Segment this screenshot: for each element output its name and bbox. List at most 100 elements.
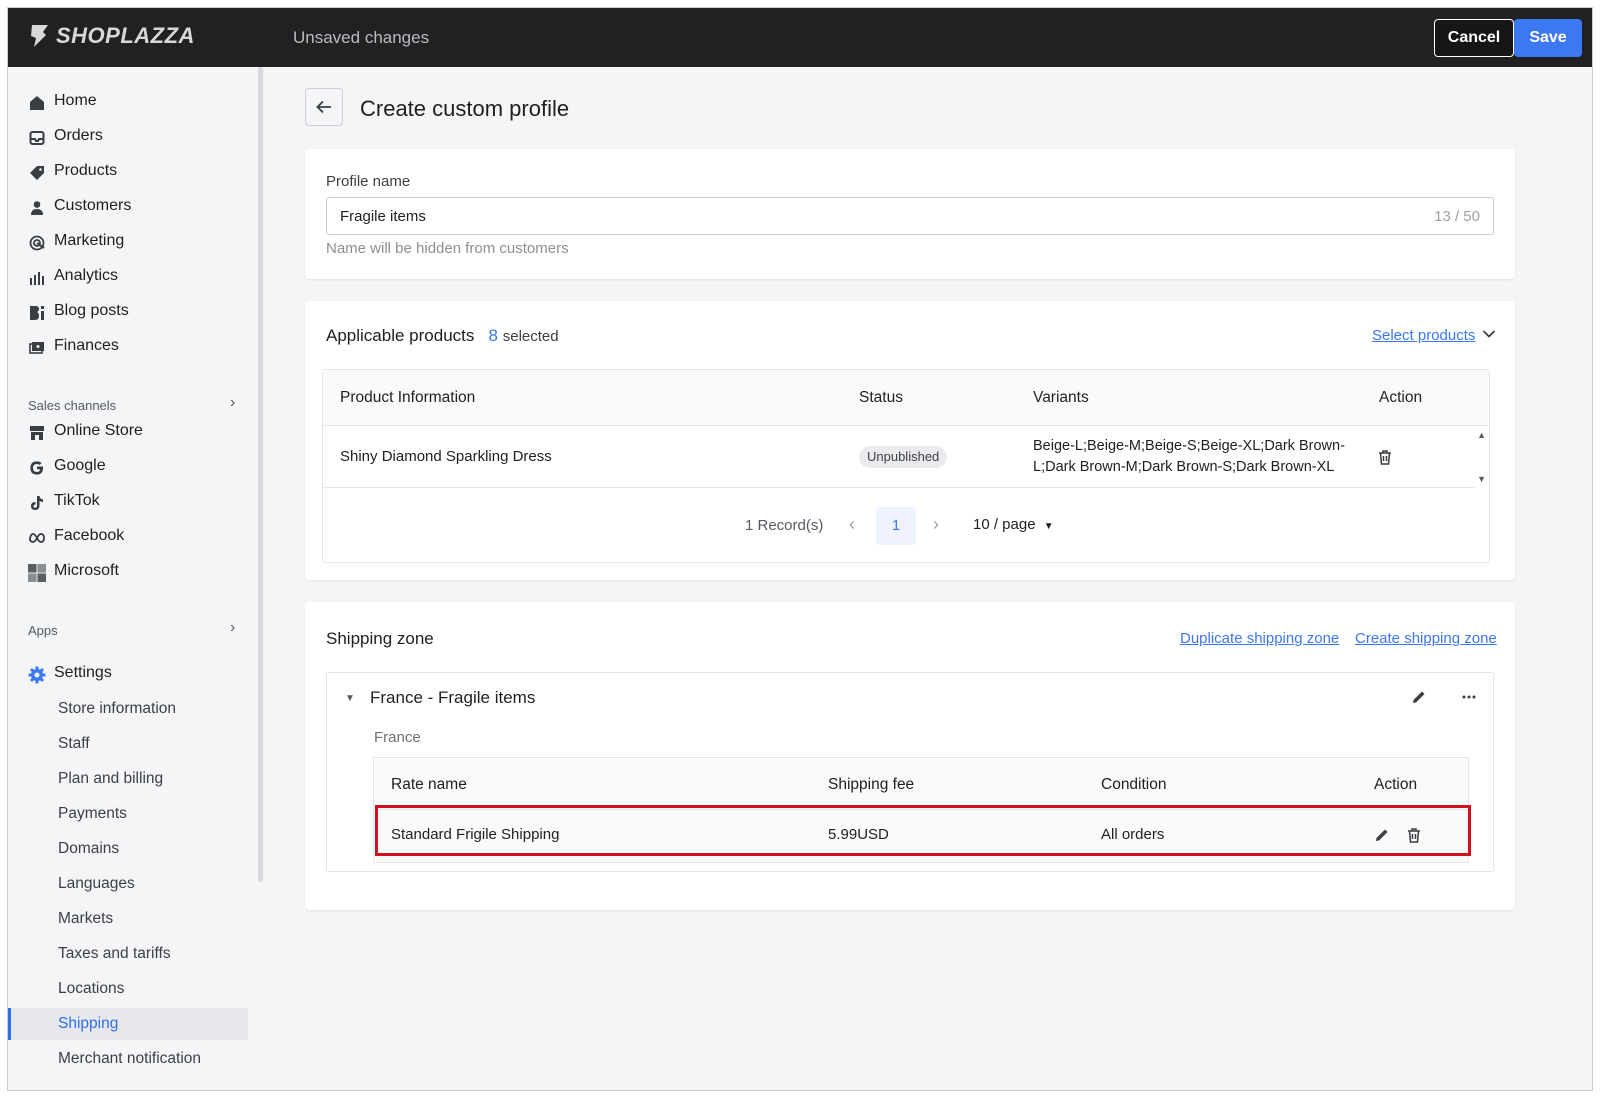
- sidebar: Home Orders Products Customers Marketing…: [8, 67, 260, 1090]
- settings-item-staff[interactable]: Staff: [8, 728, 248, 760]
- applicable-products-title: Applicable products 8 selected: [326, 326, 559, 346]
- zone-name: France - Fragile items: [370, 688, 536, 707]
- create-shipping-zone-link[interactable]: Create shipping zone: [1355, 630, 1497, 647]
- settings-item-label: Plan and billing: [58, 770, 164, 787]
- sidebar-item-label: Marketing: [54, 232, 125, 249]
- cancel-button[interactable]: Cancel: [1434, 19, 1514, 57]
- column-header: Status: [859, 389, 903, 406]
- google-icon: [28, 459, 46, 477]
- sidebar-item-label: Customers: [54, 197, 132, 214]
- profile-name-help: Name will be hidden from customers: [326, 240, 569, 257]
- settings-item-store-information[interactable]: Store information: [8, 693, 248, 725]
- chevron-right-icon[interactable]: ›: [933, 514, 939, 535]
- settings-item-plan-and-billing[interactable]: Plan and billing: [8, 763, 248, 795]
- target-icon: [28, 234, 46, 252]
- save-button[interactable]: Save: [1514, 19, 1582, 57]
- select-products-link[interactable]: Select products: [1372, 327, 1475, 344]
- tag-icon: [28, 164, 46, 182]
- sidebar-item-customers[interactable]: Customers: [8, 191, 248, 223]
- back-button[interactable]: [305, 88, 343, 126]
- sidebar-item-microsoft[interactable]: Microsoft: [8, 556, 248, 588]
- meta-icon: [28, 529, 46, 547]
- product-name: Shiny Diamond Sparkling Dress: [340, 448, 552, 465]
- settings-item-label: Merchant notification: [58, 1050, 202, 1067]
- store-icon: [28, 424, 46, 442]
- settings-item-label: Taxes and tariffs: [58, 945, 171, 962]
- settings-item-taxes-and-tariffs[interactable]: Taxes and tariffs: [8, 938, 248, 970]
- finance-icon: [28, 339, 46, 357]
- shoplazza-logo-icon: [31, 25, 48, 47]
- settings-item-label: Shipping: [58, 1015, 119, 1032]
- sidebar-item-label: Google: [54, 457, 106, 474]
- settings-item-shipping[interactable]: Shipping: [8, 1008, 248, 1040]
- scroll-down-icon[interactable]: ▼: [1477, 474, 1486, 484]
- pencil-icon: [1413, 691, 1425, 703]
- home-icon: [28, 94, 46, 112]
- rates-table-header: Rate name Shipping fee Condition Action: [374, 758, 1468, 810]
- active-indicator: [8, 1008, 11, 1040]
- sidebar-item-label: Finances: [54, 337, 119, 354]
- settings-item-label: Locations: [58, 980, 125, 997]
- sidebar-item-blog-posts[interactable]: Blog posts: [8, 296, 248, 328]
- chevron-left-icon[interactable]: ‹: [849, 514, 855, 535]
- table-row: Shiny Diamond Sparkling Dress Unpublishe…: [323, 426, 1475, 488]
- page-size-select[interactable]: 10 / page ▼: [973, 516, 1054, 533]
- applicable-products-heading: Applicable products: [326, 326, 475, 345]
- settings-item-payments[interactable]: Payments: [8, 798, 248, 830]
- delete-product-button[interactable]: [1375, 447, 1395, 467]
- selected-count: 8: [488, 326, 499, 345]
- sidebar-item-label: Products: [54, 162, 118, 179]
- sales-channels-expand-icon[interactable]: ›: [230, 394, 235, 412]
- duplicate-shipping-zone-link[interactable]: Duplicate shipping zone: [1180, 630, 1339, 647]
- more-options-button[interactable]: [1459, 687, 1479, 707]
- product-variants: Beige-L;Beige-M;Beige-S;Beige-XL;Dark Br…: [1033, 438, 1345, 475]
- gear-icon: [28, 666, 46, 684]
- character-counter: 13 / 50: [1434, 208, 1480, 225]
- arrow-left-icon: [316, 100, 331, 114]
- profile-name-value: Fragile items: [340, 208, 426, 225]
- sidebar-item-products[interactable]: Products: [8, 156, 248, 188]
- sidebar-item-label: TikTok: [54, 492, 100, 509]
- page-title: Create custom profile: [360, 96, 570, 121]
- settings-item-label: Markets: [58, 910, 114, 927]
- sidebar-item-facebook[interactable]: Facebook: [8, 521, 248, 553]
- settings-item-markets[interactable]: Markets: [8, 903, 248, 935]
- sidebar-item-online-store[interactable]: Online Store: [8, 416, 248, 448]
- column-header: Shipping fee: [828, 776, 915, 793]
- brand-logo: SHOPLAZZA: [28, 23, 195, 49]
- column-header: Rate name: [391, 776, 467, 793]
- sidebar-item-orders[interactable]: Orders: [8, 121, 248, 153]
- collapse-caret-icon[interactable]: ▼: [345, 693, 355, 704]
- settings-item-languages[interactable]: Languages: [8, 868, 248, 900]
- highlight-box: [375, 805, 1471, 856]
- sidebar-item-marketing[interactable]: Marketing: [8, 226, 248, 258]
- brand-name: SHOPLAZZA: [56, 23, 195, 48]
- apps-expand-icon[interactable]: ›: [230, 619, 235, 637]
- profile-name-label: Profile name: [326, 173, 411, 190]
- page-number-current[interactable]: 1: [876, 507, 916, 545]
- sidebar-item-google[interactable]: Google: [8, 451, 248, 483]
- column-header: Variants: [1033, 389, 1089, 406]
- main-content: Create custom profile Profile name Fragi…: [263, 67, 1592, 1090]
- sidebar-item-finances[interactable]: Finances: [8, 331, 248, 363]
- settings-item-label: Domains: [58, 840, 120, 857]
- sidebar-item-home[interactable]: Home: [8, 86, 248, 118]
- sidebar-item-settings[interactable]: Settings: [8, 658, 248, 690]
- column-header: Product Information: [340, 389, 476, 406]
- settings-item-locations[interactable]: Locations: [8, 973, 248, 1005]
- profile-name-input[interactable]: Fragile items 13 / 50: [326, 197, 1494, 235]
- sidebar-item-analytics[interactable]: Analytics: [8, 261, 248, 293]
- settings-item-label: Store information: [58, 700, 177, 717]
- profile-name-card: Profile name Fragile items 13 / 50 Name …: [305, 149, 1515, 279]
- sidebar-item-tiktok[interactable]: TikTok: [8, 486, 248, 518]
- settings-item-merchant-notification[interactable]: Merchant notification: [8, 1043, 248, 1075]
- chevron-down-icon[interactable]: [1482, 329, 1496, 339]
- edit-zone-button[interactable]: [1409, 687, 1429, 707]
- status-badge: Unpublished: [859, 446, 948, 468]
- settings-item-domains[interactable]: Domains: [8, 833, 248, 865]
- scroll-up-icon[interactable]: ▲: [1477, 430, 1486, 440]
- trash-icon: [1379, 449, 1391, 465]
- column-header: Action: [1379, 389, 1423, 406]
- settings-item-label: Languages: [58, 875, 135, 892]
- sidebar-item-label: Online Store: [54, 422, 143, 439]
